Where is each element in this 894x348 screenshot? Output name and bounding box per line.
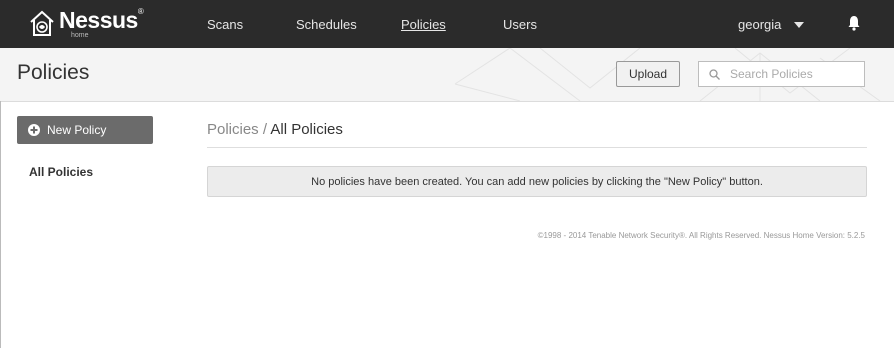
username: georgia xyxy=(738,17,782,32)
house-logo-icon xyxy=(30,10,54,36)
plus-circle-icon xyxy=(28,124,40,136)
nav-item-users[interactable]: Users xyxy=(503,17,537,32)
brand-subtitle: home xyxy=(71,32,89,39)
new-policy-button[interactable]: New Policy xyxy=(17,116,153,144)
upload-button[interactable]: Upload xyxy=(616,61,680,87)
footer-copyright: ©1998 - 2014 Tenable Network Security®. … xyxy=(537,231,865,240)
bell-icon[interactable] xyxy=(848,15,860,36)
sidebar-item-all-policies[interactable]: All Policies xyxy=(29,165,93,179)
empty-state-message: No policies have been created. You can a… xyxy=(311,175,763,188)
nav-item-schedules[interactable]: Schedules xyxy=(296,17,357,32)
upload-button-label: Upload xyxy=(628,67,668,81)
search-placeholder: Search Policies xyxy=(730,67,813,81)
content-left-border xyxy=(0,101,1,348)
brand-registered-mark: ® xyxy=(137,6,144,16)
nav-item-scans[interactable]: Scans xyxy=(207,17,243,32)
nav-item-policies[interactable]: Policies xyxy=(401,17,446,32)
search-icon xyxy=(709,68,720,80)
page-header: Policies Upload Search Policies xyxy=(0,48,894,102)
breadcrumb-current: All Policies xyxy=(270,121,343,138)
breadcrumb-root[interactable]: Policies xyxy=(207,121,259,138)
breadcrumb-separator: / xyxy=(262,121,268,138)
search-input[interactable]: Search Policies xyxy=(698,61,865,87)
top-navigation-bar: Nessus ® home Scans Schedules Policies U… xyxy=(0,0,894,48)
nessus-logo[interactable]: Nessus ® home xyxy=(28,4,144,42)
breadcrumb: Policies / All Policies xyxy=(207,121,867,148)
chevron-down-icon xyxy=(794,21,805,28)
page-title: Policies xyxy=(17,61,90,84)
brand-name: Nessus xyxy=(59,6,138,33)
new-policy-button-label: New Policy xyxy=(47,123,107,137)
empty-state-notice: No policies have been created. You can a… xyxy=(207,166,867,197)
user-menu[interactable]: georgia xyxy=(738,17,805,32)
